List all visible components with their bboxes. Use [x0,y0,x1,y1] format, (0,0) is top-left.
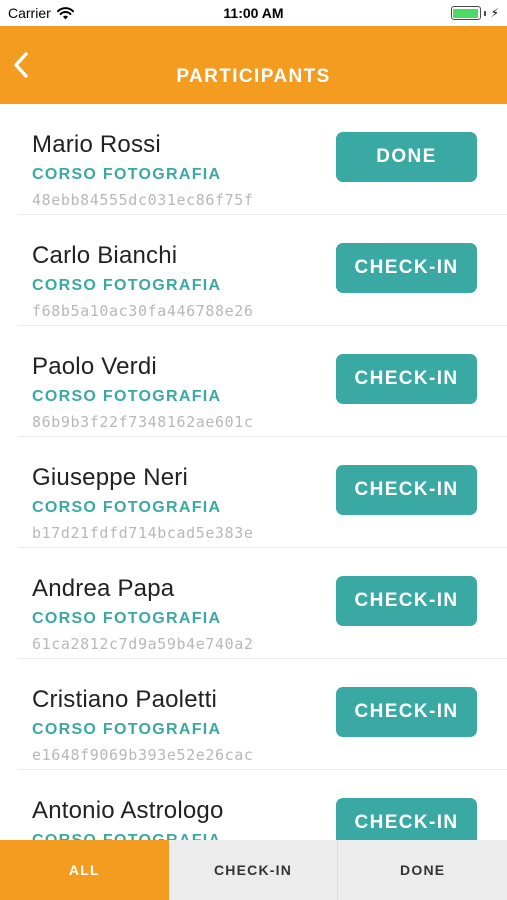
check-in-button[interactable]: CHECK-IN [336,576,477,626]
check-in-button[interactable]: CHECK-IN [336,243,477,293]
tab-done[interactable]: DONE [337,840,507,900]
done-button[interactable]: DONE [336,132,477,182]
check-in-button[interactable]: CHECK-IN [336,354,477,404]
filter-tab-bar: ALL CHECK-IN DONE [0,840,507,900]
participant-course: CORSO FOTOGRAFIA [32,832,221,840]
participants-list[interactable]: Mario Rossi CORSO FOTOGRAFIA 48ebb84555d… [0,104,507,840]
participant-code: b17d21fdfd714bcad5e383e [32,524,254,542]
participant-name: Giuseppe Neri [32,464,189,491]
participant-course: CORSO FOTOGRAFIA [32,388,222,405]
participant-row[interactable]: Paolo Verdi CORSO FOTOGRAFIA 86b9b3f22f7… [18,326,507,437]
status-bar: Carrier 11:00 AM ⚡ [0,0,507,26]
participant-row[interactable]: Cristiano Paoletti CORSO FOTOGRAFIA e164… [18,659,507,770]
participant-course: CORSO FOTOGRAFIA [32,610,222,627]
tab-all[interactable]: ALL [0,840,169,900]
participant-row[interactable]: Antonio Astrologo CORSO FOTOGRAFIA CHECK… [18,770,507,840]
participant-code: e1648f9069b393e52e26cac [32,746,254,764]
participant-code: f68b5a10ac30fa446788e26 [32,302,254,320]
participant-row[interactable]: Carlo Bianchi CORSO FOTOGRAFIA f68b5a10a… [18,215,507,326]
participant-name: Antonio Astrologo [32,797,224,824]
participant-name: Paolo Verdi [32,353,157,380]
participant-name: Mario Rossi [32,131,161,158]
participant-course: CORSO FOTOGRAFIA [32,277,222,294]
participant-course: CORSO FOTOGRAFIA [32,499,222,516]
participant-row[interactable]: Andrea Papa CORSO FOTOGRAFIA 61ca2812c7d… [18,548,507,659]
battery-indicator: ⚡ [450,6,499,20]
participant-row[interactable]: Mario Rossi CORSO FOTOGRAFIA 48ebb84555d… [18,104,507,215]
participant-row[interactable]: Giuseppe Neri CORSO FOTOGRAFIA b17d21fdf… [18,437,507,548]
check-in-button[interactable]: CHECK-IN [336,798,477,840]
participant-code: 61ca2812c7d9a59b4e740a2 [32,635,254,653]
page-title: PARTICIPANTS [176,66,331,87]
participant-course: CORSO FOTOGRAFIA [32,721,222,738]
status-time: 11:00 AM [223,5,284,21]
navigation-bar: PARTICIPANTS [0,26,507,104]
participant-name: Andrea Papa [32,575,175,602]
participant-course: CORSO FOTOGRAFIA [32,166,222,183]
check-in-button[interactable]: CHECK-IN [336,465,477,515]
participant-code: 86b9b3f22f7348162ae601c [32,413,254,431]
tab-check-in[interactable]: CHECK-IN [168,840,338,900]
check-in-button[interactable]: CHECK-IN [336,687,477,737]
battery-icon [450,6,481,20]
bolt-icon: ⚡ [490,6,499,20]
participant-name: Cristiano Paoletti [32,686,218,713]
participant-code: 48ebb84555dc031ec86f75f [32,191,254,209]
participant-name: Carlo Bianchi [32,242,178,269]
